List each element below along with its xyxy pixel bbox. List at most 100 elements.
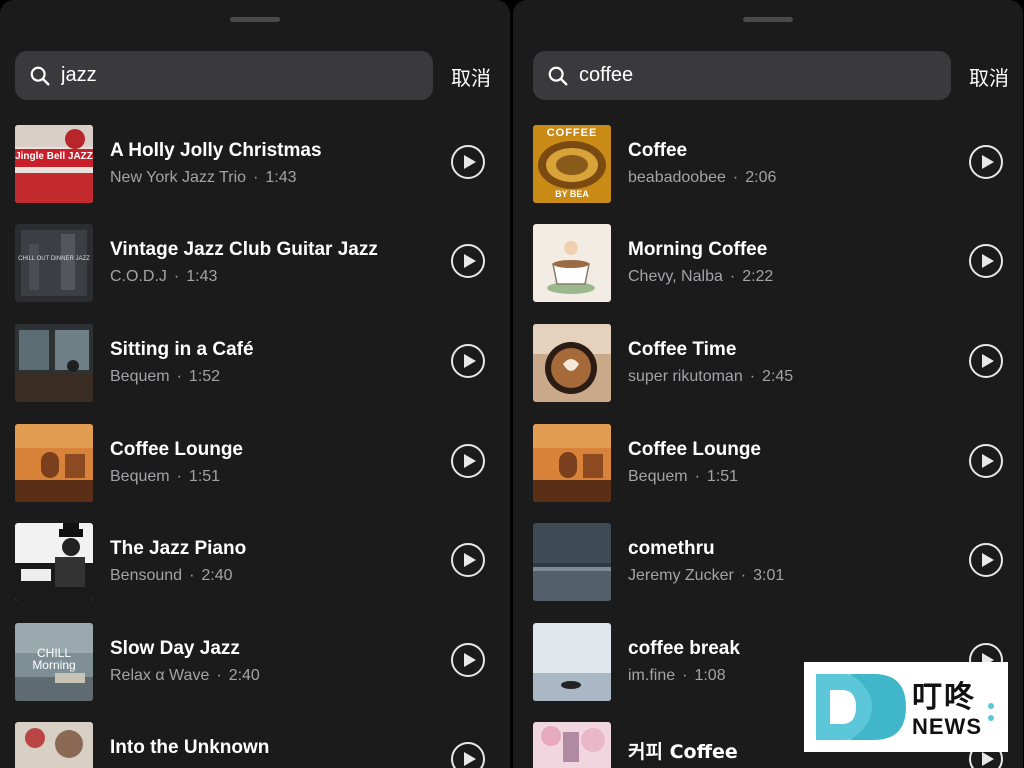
play-button[interactable] <box>969 244 1003 278</box>
play-button[interactable] <box>969 543 1003 577</box>
play-button[interactable] <box>451 543 485 577</box>
track-artist: Jeremy Zucker <box>628 567 734 584</box>
news-watermark: 叮咚 NEWS <box>804 662 1008 752</box>
track-row[interactable]: comethru Jeremy Zucker · 3:01 <box>533 523 1013 601</box>
track-row[interactable]: Coffee Lounge Bequem · 1:51 <box>533 424 1013 502</box>
track-title: Slow Day Jazz <box>110 638 240 659</box>
watermark-name-en: NEWS <box>912 714 982 739</box>
track-title: A Holly Jolly Christmas <box>110 140 322 161</box>
sheet-grabber[interactable] <box>743 17 793 22</box>
track-artist: super rikutoman <box>628 368 743 385</box>
track-artist: Chevy, Nalba <box>628 268 723 285</box>
track-title: Coffee Lounge <box>628 439 761 460</box>
track-artist: Bequem <box>628 468 688 485</box>
play-icon <box>981 752 994 766</box>
play-button[interactable] <box>969 145 1003 179</box>
track-artist: New York Jazz Trio <box>110 169 247 186</box>
play-icon <box>463 354 476 368</box>
album-cover <box>533 523 611 601</box>
play-button[interactable] <box>969 444 1003 478</box>
search-panel-coffee: 取消 COFFEE BY BEA Coffee beabadoobee·2:06… <box>513 0 1023 768</box>
track-row[interactable]: CHILL Morning Slow Day Jazz Relax α Wave… <box>15 623 495 701</box>
play-icon <box>981 553 994 567</box>
cancel-button[interactable]: 取消 <box>451 62 491 91</box>
play-icon <box>463 553 476 567</box>
track-row[interactable]: Jingle Bell JAZZ A Holly Jolly Christmas… <box>15 125 495 203</box>
album-cover <box>533 424 611 502</box>
track-row[interactable]: CHILL OUT DINNER JAZZ Vintage Jazz Club … <box>15 224 495 302</box>
track-title: Coffee Time <box>628 339 737 360</box>
track-row[interactable]: COFFEE BY BEA Coffee beabadoobee · 2:06 <box>533 125 1013 203</box>
play-icon <box>463 653 476 667</box>
track-duration: 1:52 <box>188 368 221 385</box>
track-title: comethru <box>628 538 715 559</box>
album-cover <box>533 224 611 302</box>
sheet-grabber[interactable] <box>230 17 280 22</box>
track-artist: beabadoobee <box>628 169 726 186</box>
track-artist: Bequem <box>110 468 170 485</box>
cover-label: Jingle Bell JAZZ <box>15 151 93 162</box>
news-logo-icon <box>816 674 906 740</box>
track-meta: Bensound · 2:40 <box>110 567 233 584</box>
play-icon <box>981 354 994 368</box>
track-row[interactable]: Into the Unknown <box>15 722 495 768</box>
play-button[interactable] <box>451 344 485 378</box>
track-title: coffee break <box>628 638 740 659</box>
track-artist: Bequem <box>110 368 170 385</box>
track-artist: C.O.D.J <box>110 268 167 285</box>
track-title: Into the Unknown <box>110 737 270 758</box>
album-cover <box>533 623 611 701</box>
play-icon <box>463 155 476 169</box>
track-artist: im.fine <box>628 667 676 684</box>
track-title: Sitting in a Café <box>110 339 254 360</box>
track-row[interactable]: Sitting in a Café Bequem · 1:52 <box>15 324 495 402</box>
track-duration: 3:01 <box>753 567 785 584</box>
track-artist: Relax α Wave <box>110 667 210 684</box>
track-row[interactable]: The Jazz Piano Bensound · 2:40 <box>15 523 495 601</box>
play-icon <box>463 752 476 766</box>
cancel-button[interactable]: 取消 <box>969 62 1009 91</box>
track-duration: 1:51 <box>188 468 221 485</box>
track-title: Coffee <box>628 140 688 161</box>
track-title: The Jazz Piano <box>110 538 247 559</box>
search-icon <box>548 66 568 85</box>
search-bar[interactable] <box>533 51 951 100</box>
track-meta: super rikutoman · 2:45 <box>628 368 794 385</box>
play-icon <box>981 155 994 169</box>
play-button[interactable] <box>451 742 485 768</box>
album-cover <box>15 722 93 768</box>
play-button[interactable] <box>969 344 1003 378</box>
track-row[interactable]: Coffee Lounge Bequem · 1:51 <box>15 424 495 502</box>
play-button[interactable] <box>451 244 485 278</box>
track-meta: im.fine · 1:08 <box>628 667 726 684</box>
album-cover <box>15 324 93 402</box>
track-meta: Bequem · 1:51 <box>110 468 221 485</box>
play-button[interactable] <box>451 444 485 478</box>
track-duration: 1:43 <box>265 169 297 186</box>
play-icon <box>463 454 476 468</box>
album-cover <box>533 722 611 768</box>
track-meta: Bequem · 1:52 <box>110 368 221 385</box>
track-title: 커피 Coffee <box>628 741 738 763</box>
track-row[interactable]: Morning Coffee Chevy, Nalba · 2:22 <box>533 224 1013 302</box>
track-meta: Relax α Wave · 2:40 <box>110 667 260 684</box>
track-title: Coffee Lounge <box>110 439 243 460</box>
track-row[interactable]: Coffee Time super rikutoman · 2:45 <box>533 324 1013 402</box>
track-duration: 1:51 <box>706 468 739 485</box>
search-input[interactable] <box>577 63 921 88</box>
play-icon <box>981 254 994 268</box>
search-input[interactable] <box>59 63 403 88</box>
play-button[interactable] <box>451 643 485 677</box>
search-bar[interactable] <box>15 51 433 100</box>
album-cover: CHILL OUT DINNER JAZZ <box>15 224 93 302</box>
album-cover <box>533 324 611 402</box>
watermark-name-cn: 叮咚 <box>912 680 976 715</box>
cover-label-bottom: BY BEA <box>555 189 589 199</box>
cover-label: CHILL OUT DINNER JAZZ <box>18 256 90 262</box>
cover-label: CHILL Morning <box>32 646 76 672</box>
album-cover: COFFEE BY BEA <box>533 125 611 203</box>
play-icon <box>981 454 994 468</box>
track-meta: Bequem · 1:51 <box>628 468 739 485</box>
track-meta: beabadoobee · 2:06 <box>628 169 777 186</box>
play-button[interactable] <box>451 145 485 179</box>
